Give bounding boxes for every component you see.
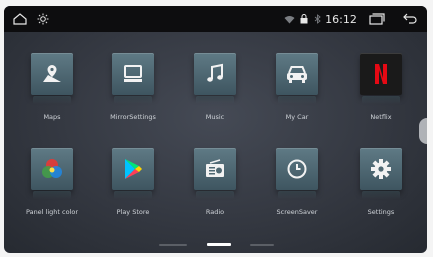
lock-icon bbox=[298, 6, 310, 32]
app-panel-light-color[interactable]: Panel light color bbox=[17, 148, 87, 238]
page-dot[interactable] bbox=[250, 244, 274, 246]
app-label: Play Store bbox=[116, 208, 150, 216]
car-icon bbox=[276, 53, 318, 104]
gear-icon bbox=[360, 148, 402, 199]
status-bar: 16:12 bbox=[4, 6, 427, 32]
app-label: MirrorSettings bbox=[110, 113, 156, 121]
app-label: Music bbox=[205, 113, 225, 121]
music-note-icon bbox=[194, 53, 236, 104]
app-mirrorsettings[interactable]: MirrorSettings bbox=[98, 53, 168, 143]
clock-icon bbox=[276, 148, 318, 199]
app-label: Settings bbox=[367, 208, 395, 216]
home-icon[interactable] bbox=[10, 6, 30, 32]
app-play-store[interactable]: Play Store bbox=[98, 148, 168, 238]
back-icon[interactable] bbox=[400, 6, 420, 32]
app-radio[interactable]: Radio bbox=[180, 148, 250, 238]
recent-apps-icon[interactable] bbox=[366, 6, 388, 32]
app-label: My Car bbox=[285, 113, 309, 121]
app-label: ScreenSaver bbox=[276, 208, 318, 216]
app-label: Radio bbox=[205, 208, 225, 216]
side-panel-handle[interactable] bbox=[419, 118, 427, 144]
app-maps[interactable]: Maps bbox=[17, 53, 87, 143]
wifi-icon bbox=[282, 6, 296, 32]
app-label: Panel light color bbox=[25, 208, 79, 216]
app-my-car[interactable]: My Car bbox=[262, 53, 332, 143]
maps-icon bbox=[31, 53, 73, 104]
page-indicator bbox=[4, 242, 427, 248]
bluetooth-icon bbox=[311, 6, 323, 32]
play-store-icon bbox=[112, 148, 154, 199]
app-screensaver[interactable]: ScreenSaver bbox=[262, 148, 332, 238]
netflix-icon bbox=[360, 53, 402, 104]
radio-icon bbox=[194, 148, 236, 199]
clock-time: 16:12 bbox=[325, 12, 357, 26]
monitor-icon bbox=[112, 53, 154, 104]
app-settings[interactable]: Settings bbox=[346, 148, 416, 238]
app-netflix[interactable]: Netflix bbox=[346, 53, 416, 143]
color-circles-icon bbox=[31, 148, 73, 199]
app-music[interactable]: Music bbox=[180, 53, 250, 143]
brightness-icon[interactable] bbox=[34, 6, 52, 32]
page-dot-active[interactable] bbox=[207, 243, 231, 246]
app-label: Netflix bbox=[370, 113, 392, 121]
launcher-screen: 16:12 Maps MirrorSettings Music My Car N… bbox=[4, 6, 427, 253]
app-label: Maps bbox=[43, 113, 61, 121]
page-dot[interactable] bbox=[159, 244, 187, 246]
